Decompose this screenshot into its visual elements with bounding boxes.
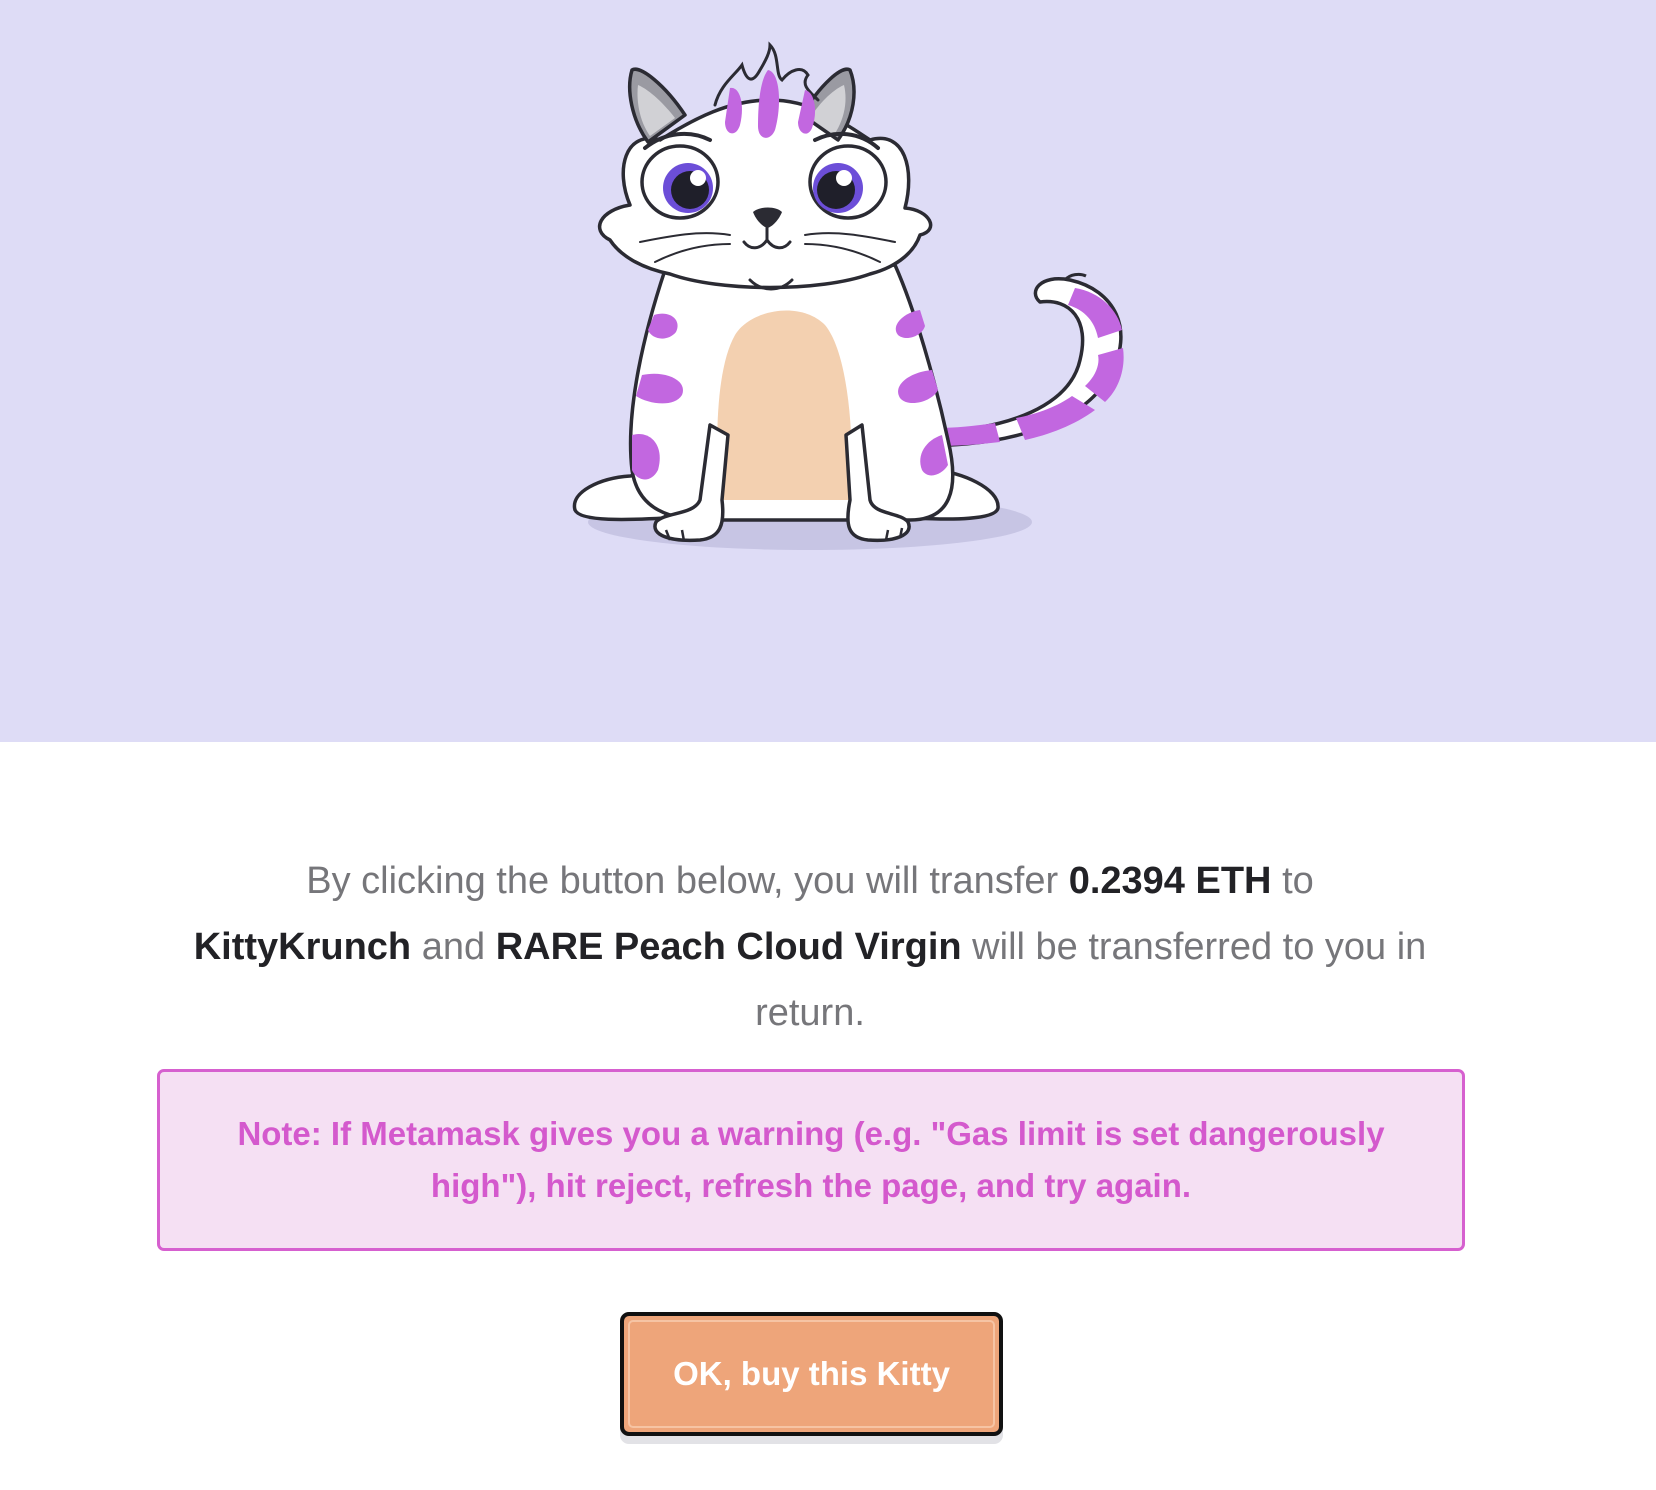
cryptokitty-illustration [572, 41, 1124, 550]
note-text: Note: If Metamask gives you a warning (e… [237, 1115, 1385, 1204]
transfer-message: By clicking the button below, you will t… [150, 848, 1470, 1046]
message-text-3: and [411, 926, 496, 968]
message-text-1: By clicking the button below, you will t… [306, 860, 1069, 902]
price-amount: 0.2394 ETH [1068, 860, 1272, 902]
seller-name: KittyKrunch [193, 926, 412, 968]
kitty-hero-banner [0, 0, 1656, 742]
buy-kitty-button[interactable]: OK, buy this Kitty [620, 1312, 1003, 1436]
kitty-name: RARE Peach Cloud Virgin [495, 926, 962, 968]
metamask-warning-note: Note: If Metamask gives you a warning (e… [157, 1069, 1465, 1251]
message-text-2: to [1271, 860, 1314, 902]
buy-button-container: OK, buy this Kitty [620, 1312, 1003, 1442]
